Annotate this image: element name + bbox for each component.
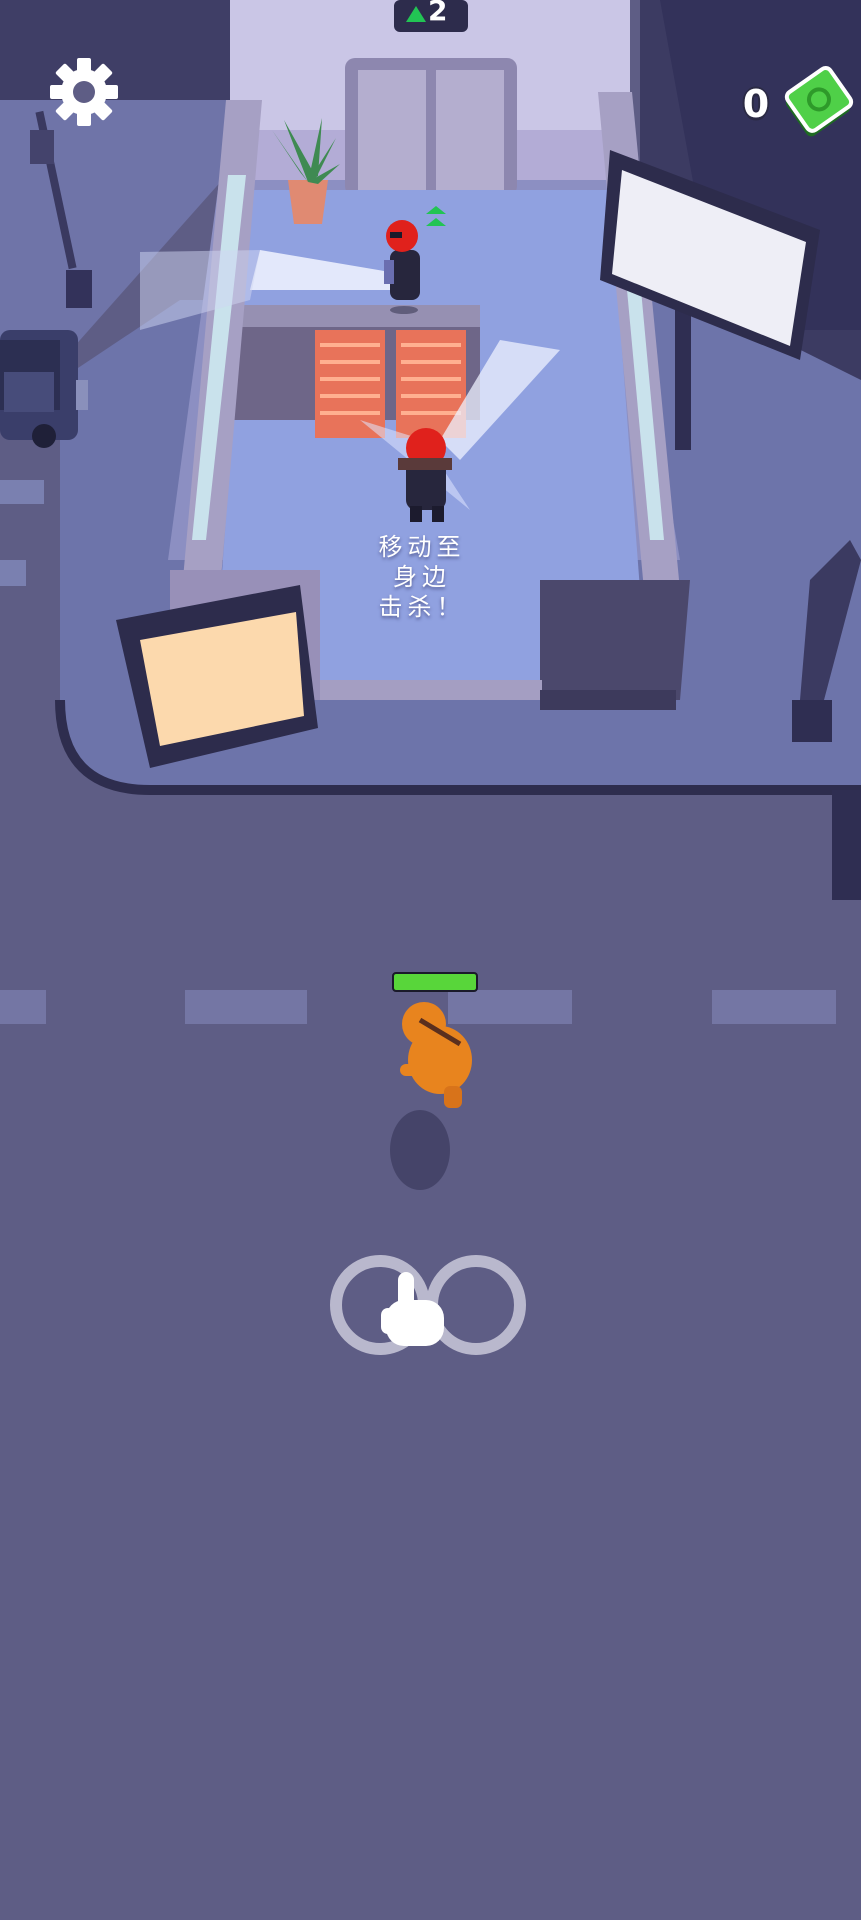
gear-icon — [50, 58, 118, 126]
settings-button[interactable] — [48, 56, 138, 146]
player-health-bar — [392, 972, 478, 992]
game-viewport[interactable]: 0 2 移动至 身边 击杀！ — [0, 0, 861, 1920]
player-health-fill — [394, 974, 476, 990]
floor-indicator: 2 — [394, 0, 468, 32]
instruction-text: 移动至 身边 击杀！ — [322, 532, 522, 622]
money-counter: 0 — [742, 82, 770, 126]
instruction-line-2: 身边 — [393, 563, 451, 591]
game-scene — [0, 0, 861, 1920]
cash-icon — [782, 64, 854, 146]
swipe-tutorial-hint — [326, 1250, 536, 1360]
instruction-line-3: 击杀！ — [378, 593, 466, 621]
instruction-line-1: 移动至 — [378, 533, 466, 561]
floor-number: 2 — [428, 0, 448, 27]
parked-car — [0, 330, 88, 448]
